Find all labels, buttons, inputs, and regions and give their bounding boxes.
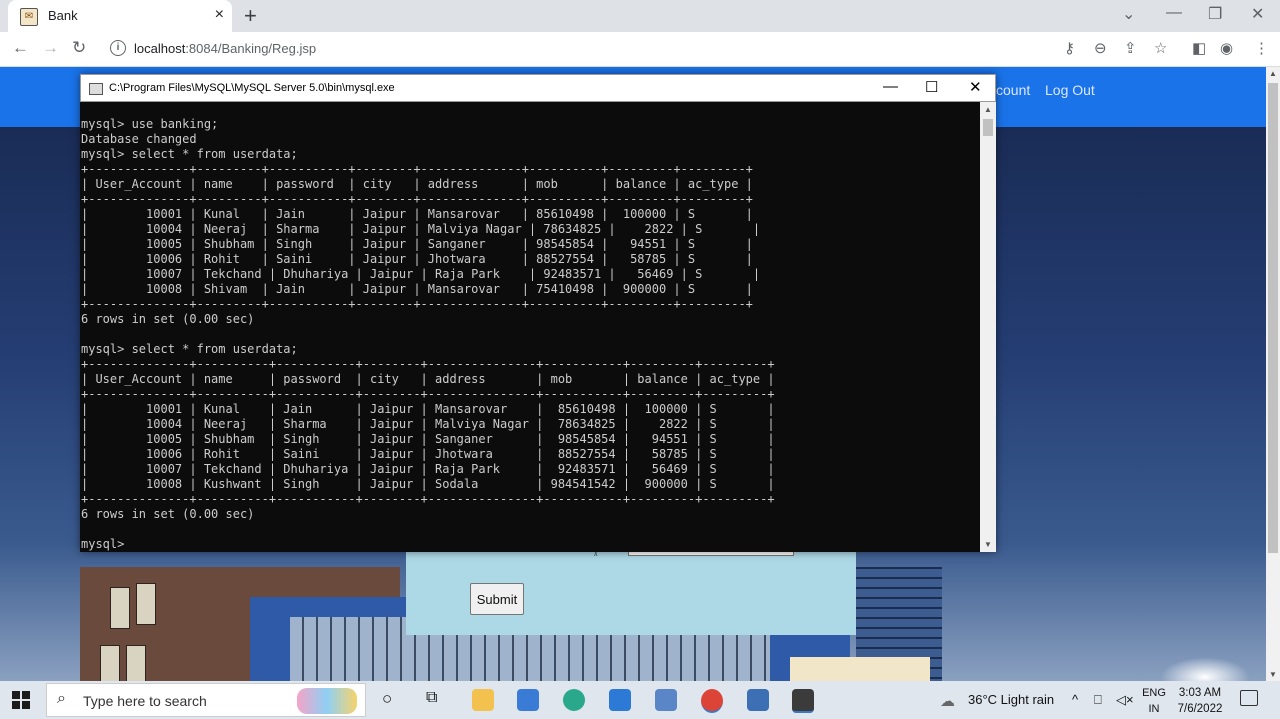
taskbar-search-box[interactable]: ⌕ Type here to search <box>46 683 366 717</box>
mysql-console-window: C:\Program Files\MySQL\MySQL Server 5.0\… <box>80 74 996 552</box>
forward-arrow-icon[interactable]: → <box>42 38 59 58</box>
tab-bank[interactable]: ✉ Bank × <box>8 0 232 32</box>
console-title: C:\Program Files\MySQL\MySQL Server 5.0\… <box>109 82 395 94</box>
taskbar-search-placeholder: Type here to search <box>83 693 207 709</box>
console-scrollbar-thumb[interactable] <box>983 119 993 136</box>
task-view-icon[interactable]: ⧉ <box>426 689 437 707</box>
microsoft-store-icon[interactable] <box>517 689 539 711</box>
registration-form: ᵡ Submit <box>406 549 856 635</box>
windows-start-icon[interactable] <box>12 691 30 709</box>
share-icon[interactable]: ⇪ <box>1124 39 1137 57</box>
menu-kebab-icon[interactable]: ⋮ <box>1254 39 1269 57</box>
cortana-icon[interactable]: ○ <box>382 689 392 709</box>
windows-taskbar: ⌕ Type here to search ○ ⧉ ☁ 36°C Light r… <box>0 681 1280 719</box>
nav-link-logout[interactable]: Log Out <box>1045 82 1095 98</box>
3d-viewer-icon[interactable] <box>655 689 677 711</box>
scroll-down-arrow-icon[interactable]: ▼ <box>1269 670 1277 679</box>
clock-time: 3:03 AM <box>1178 687 1222 699</box>
network-icon[interactable]: ⎕ <box>1094 692 1102 708</box>
site-favicon-icon: ✉ <box>20 8 38 26</box>
page-scrollbar[interactable]: ▲ ▼ <box>1266 67 1280 681</box>
side-panel-icon[interactable]: ◧ <box>1192 39 1206 57</box>
volume-icon[interactable]: ◁× <box>1116 692 1134 708</box>
background-lit-facade <box>790 657 930 681</box>
mysql-console-taskbar-icon[interactable] <box>792 689 814 713</box>
console-app-icon <box>89 83 103 95</box>
minimize-button[interactable]: — <box>1166 4 1182 22</box>
url-path: :8084/Banking/Reg.jsp <box>185 41 317 56</box>
mail-icon[interactable] <box>609 689 631 711</box>
background-light-glow <box>1160 657 1250 681</box>
show-hidden-icons-icon[interactable]: ^ <box>1072 692 1078 707</box>
clock[interactable]: 3:03 AM 7/6/2022 <box>1170 685 1230 717</box>
language-code: ENG <box>1142 687 1166 699</box>
notification-center-icon[interactable] <box>1240 690 1258 706</box>
tab-close-icon[interactable]: × <box>215 6 224 24</box>
url-text: localhost:8084/Banking/Reg.jsp <box>134 41 316 56</box>
console-output[interactable]: mysql> use banking; Database changed mys… <box>80 102 980 552</box>
new-tab-button[interactable]: + <box>244 3 257 29</box>
site-info-icon[interactable]: i <box>110 40 126 56</box>
chrome-icon[interactable] <box>701 689 723 713</box>
zoom-icon[interactable]: ⊖ <box>1094 39 1107 57</box>
console-text: mysql> use banking; Database changed mys… <box>81 117 775 551</box>
console-close-button[interactable]: ✕ <box>969 78 982 96</box>
console-titlebar[interactable]: C:\Program Files\MySQL\MySQL Server 5.0\… <box>80 74 996 102</box>
weather-text[interactable]: 36°C Light rain <box>968 692 1054 707</box>
region-code: IN <box>1148 703 1160 715</box>
search-icon: ⌕ <box>57 690 66 707</box>
profile-avatar-icon[interactable]: ◉ <box>1220 39 1233 57</box>
console-scroll-down-icon[interactable]: ▼ <box>984 540 992 549</box>
browser-tabstrip: ✉ Bank × + ⌄ — ❐ ✕ <box>0 0 1280 32</box>
console-scrollbar[interactable]: ▲ ▼ <box>980 102 996 552</box>
console-maximize-button[interactable]: ☐ <box>925 78 938 96</box>
address-bar[interactable]: i localhost:8084/Banking/Reg.jsp <box>104 36 1054 62</box>
language-indicator[interactable]: ENG IN <box>1140 685 1168 717</box>
scroll-up-arrow-icon[interactable]: ▲ <box>1269 69 1277 78</box>
key-icon[interactable]: ⚷ <box>1064 39 1075 57</box>
console-scroll-up-icon[interactable]: ▲ <box>984 105 992 114</box>
url-host: localhost <box>134 41 186 56</box>
page-scrollbar-thumb[interactable] <box>1268 83 1278 553</box>
file-explorer-icon[interactable] <box>472 689 494 711</box>
browser-toolbar: ← → ↻ i localhost:8084/Banking/Reg.jsp ⚷… <box>0 32 1280 67</box>
tab-search-chevron-icon[interactable]: ⌄ <box>1122 4 1135 24</box>
clock-date: 7/6/2022 <box>1177 703 1223 715</box>
reload-icon[interactable]: ↻ <box>72 38 86 58</box>
restore-button[interactable]: ❐ <box>1208 4 1222 24</box>
nav-link-account[interactable]: count <box>996 82 1030 98</box>
edge-browser-icon[interactable] <box>563 689 585 711</box>
console-minimize-button[interactable]: — <box>883 78 898 95</box>
bookmark-star-icon[interactable]: ☆ <box>1154 39 1167 57</box>
photos-icon[interactable] <box>747 689 769 711</box>
search-highlight-icon <box>297 688 357 714</box>
back-arrow-icon[interactable]: ← <box>12 38 29 58</box>
close-window-button[interactable]: ✕ <box>1251 4 1264 24</box>
submit-button[interactable]: Submit <box>470 583 524 615</box>
weather-cloud-icon: ☁ <box>940 693 955 710</box>
tab-title: Bank <box>48 8 78 23</box>
